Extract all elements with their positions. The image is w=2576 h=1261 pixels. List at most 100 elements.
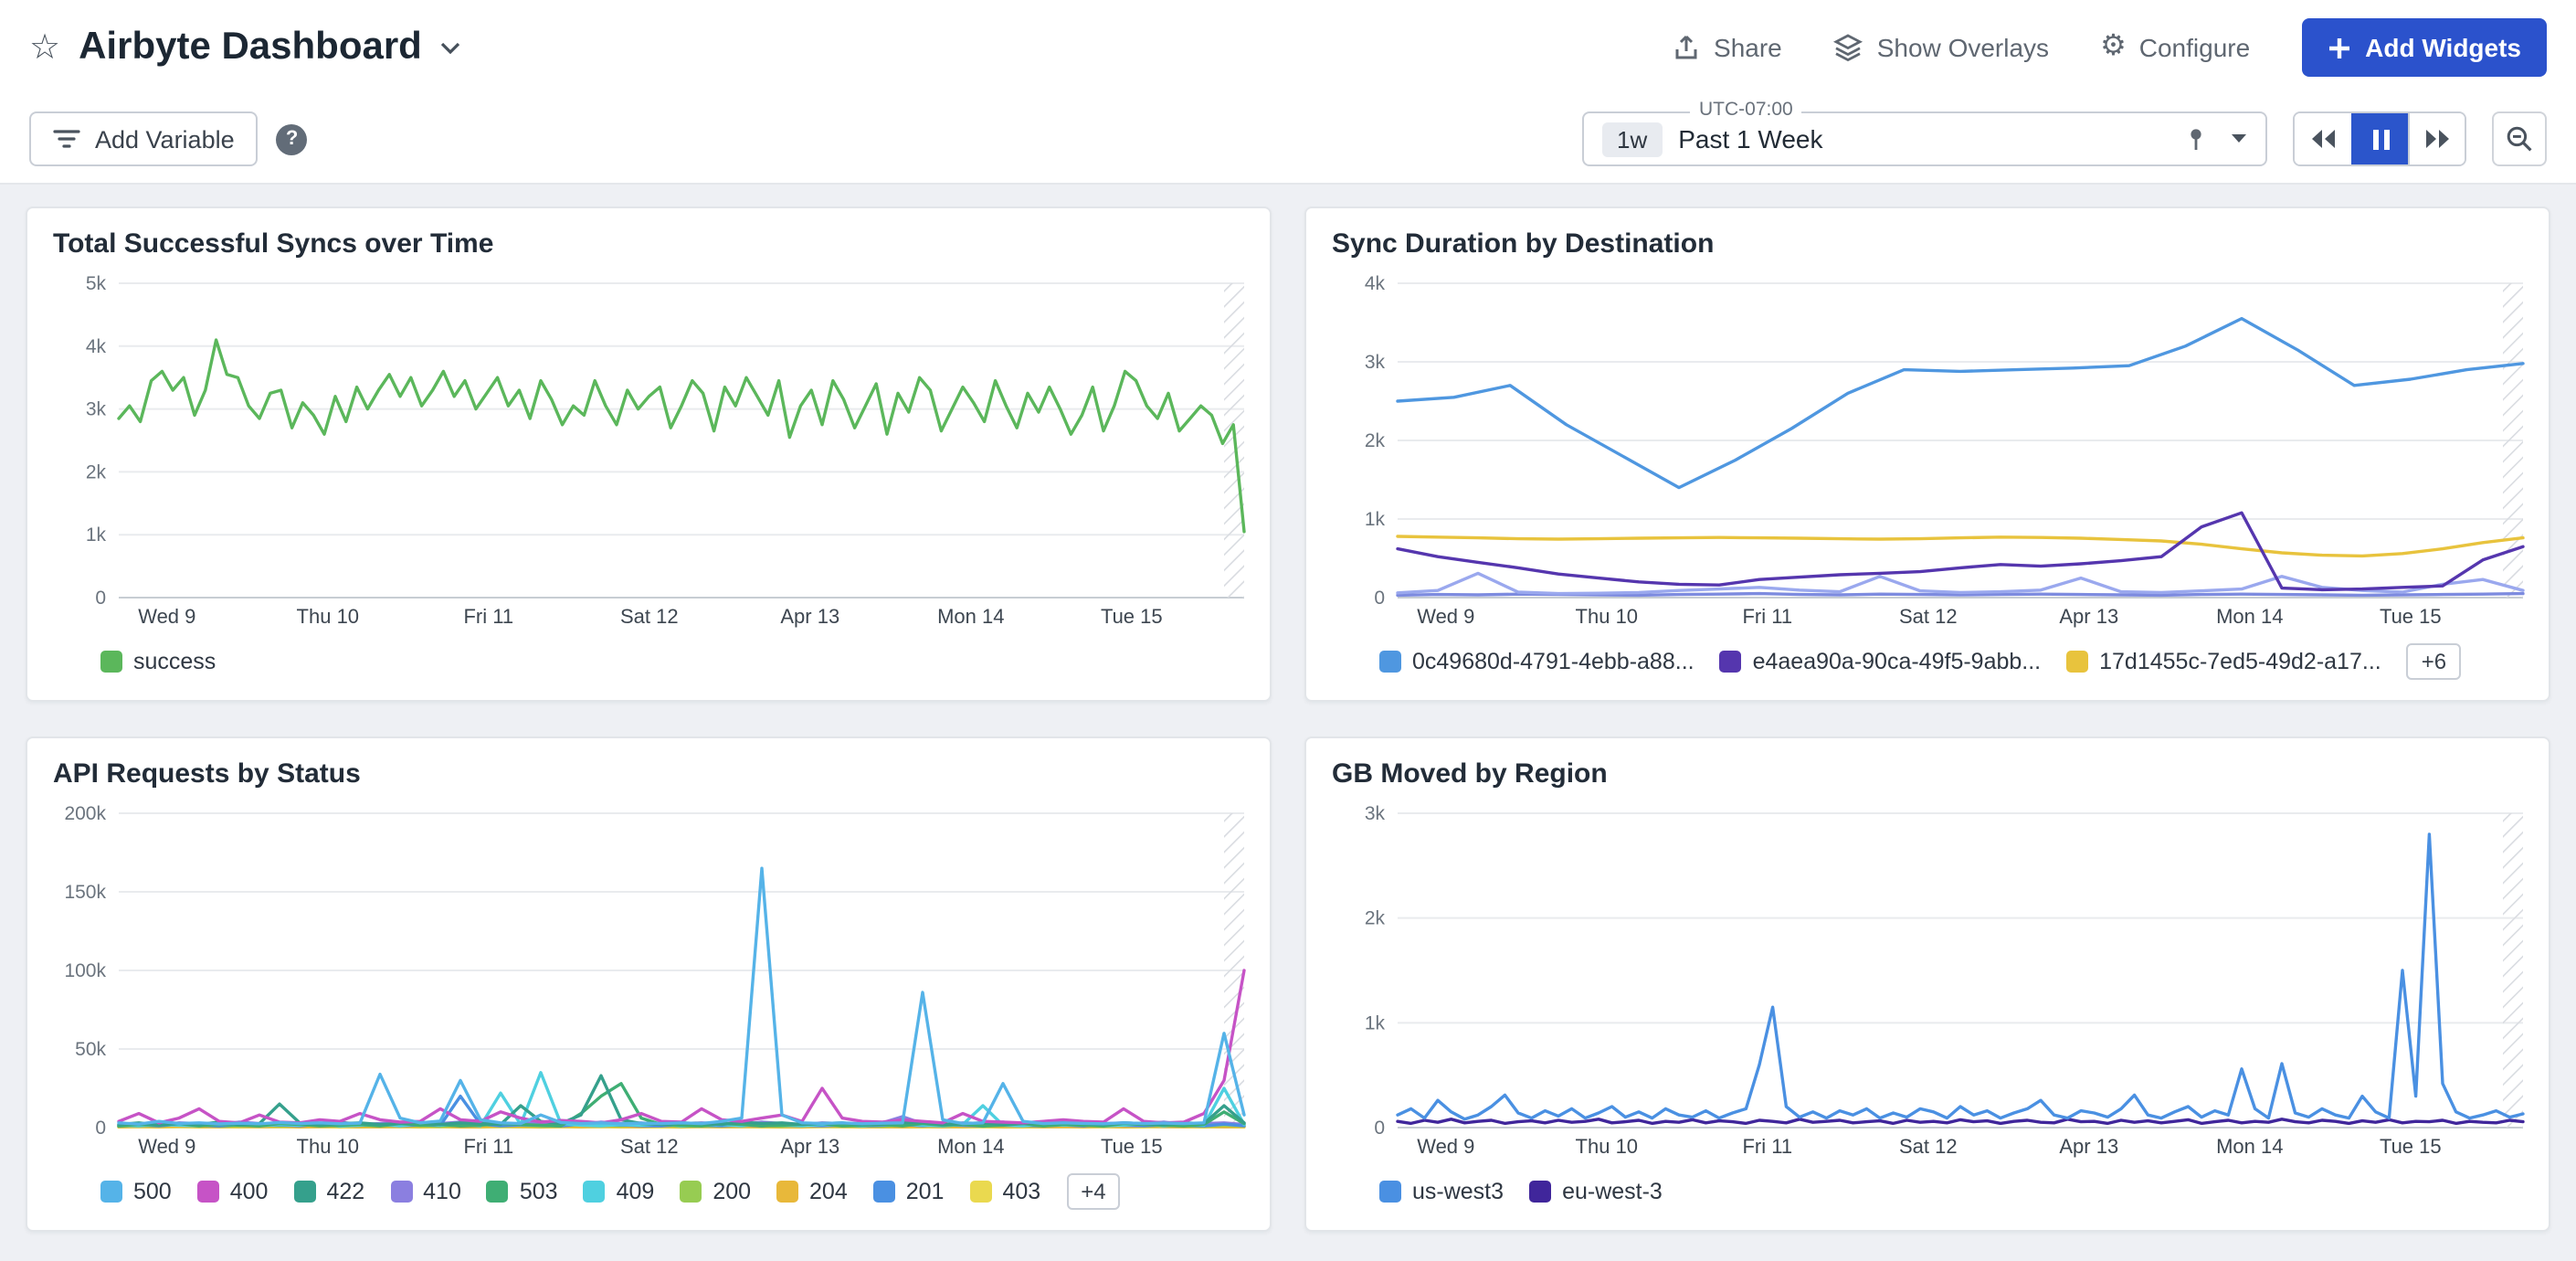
chevron-down-icon[interactable] — [2231, 133, 2247, 144]
svg-text:Apr 13: Apr 13 — [2059, 605, 2118, 628]
legend-item-eu-west-3[interactable]: eu-west-3 — [1529, 1178, 1663, 1203]
svg-text:Thu 10: Thu 10 — [1576, 605, 1639, 628]
svg-text:Wed 9: Wed 9 — [1417, 1135, 1474, 1158]
legend-label: 503 — [520, 1178, 558, 1203]
chart-canvas[interactable]: 01k2k3k4kWed 9Thu 10Fri 11Sat 12Apr 13Mo… — [1317, 267, 2534, 634]
legend-overflow-badge[interactable]: +4 — [1066, 1172, 1120, 1209]
chart-plot-gb-moved-by-region[interactable]: 01k2k3kWed 9Thu 10Fri 11Sat 12Apr 13Mon … — [1317, 797, 2534, 1164]
pause-button[interactable] — [2351, 113, 2408, 164]
range-picker-icons — [2183, 126, 2247, 152]
svg-text:Sat 12: Sat 12 — [620, 605, 679, 628]
favorite-star-icon[interactable]: ☆ — [29, 30, 60, 65]
legend-item-422[interactable]: 422 — [293, 1178, 364, 1203]
svg-text:Sat 12: Sat 12 — [620, 1135, 679, 1158]
svg-text:3k: 3k — [1365, 352, 1386, 373]
legend-item-success[interactable]: success — [100, 648, 216, 673]
dashboard-toolbar: Add Variable ? UTC-07:00 1w Past 1 Week — [0, 95, 2576, 183]
legend-swatch — [1720, 650, 1742, 672]
series-line-eu-west-3 — [1398, 1119, 2523, 1124]
range-preset-badge[interactable]: 1w — [1602, 122, 1662, 156]
svg-text:1k: 1k — [1365, 1012, 1386, 1033]
svg-text:3k: 3k — [1365, 803, 1386, 824]
widget-gb-moved-by-region: GB Moved by Region 01k2k3kWed 9Thu 10Fri… — [1304, 736, 2550, 1232]
legend-item-204[interactable]: 204 — [776, 1178, 848, 1203]
legend-item-410[interactable]: 410 — [390, 1178, 461, 1203]
legend-swatch — [390, 1180, 412, 1202]
share-label: Share — [1714, 33, 1782, 62]
title-chevron-down-icon[interactable] — [433, 34, 468, 61]
svg-text:Mon 14: Mon 14 — [2216, 605, 2283, 628]
svg-text:Wed 9: Wed 9 — [138, 1135, 195, 1158]
rewind-icon — [2309, 128, 2337, 150]
legend-item-17d1455c-7ed5-49d2-a17...[interactable]: 17d1455c-7ed5-49d2-a17... — [2066, 648, 2381, 673]
svg-text:Thu 10: Thu 10 — [297, 1135, 360, 1158]
add-variable-button[interactable]: Add Variable — [29, 111, 259, 166]
legend-swatch — [1379, 650, 1401, 672]
legend-item-500[interactable]: 500 — [100, 1178, 172, 1203]
legend-item-0c49680d-4791-4ebb-a88...[interactable]: 0c49680d-4791-4ebb-a88... — [1379, 648, 1694, 673]
chart-canvas[interactable]: 01k2k3k4k5kWed 9Thu 10Fri 11Sat 12Apr 13… — [38, 267, 1255, 634]
legend-item-e4aea90a-90ca-49f5-9abb...[interactable]: e4aea90a-90ca-49f5-9abb... — [1720, 648, 2042, 673]
zoom-out-button[interactable] — [2492, 111, 2547, 166]
time-shift-controls — [2293, 111, 2466, 166]
legend-item-201[interactable]: 201 — [873, 1178, 945, 1203]
widget-title: Total Successful Syncs over Time — [27, 208, 1270, 263]
legend-label: 200 — [713, 1178, 751, 1203]
svg-text:0: 0 — [1374, 1118, 1385, 1139]
svg-text:Fri 11: Fri 11 — [463, 605, 513, 628]
add-widgets-button[interactable]: Add Widgets — [2301, 18, 2547, 77]
widget-title: Sync Duration by Destination — [1306, 208, 2549, 263]
legend-item-403[interactable]: 403 — [969, 1178, 1040, 1203]
time-range-picker[interactable]: UTC-07:00 1w Past 1 Week — [1582, 111, 2267, 166]
share-button[interactable]: Share — [1672, 33, 1782, 62]
chart-canvas[interactable]: 01k2k3kWed 9Thu 10Fri 11Sat 12Apr 13Mon … — [1317, 797, 2534, 1164]
time-controls: UTC-07:00 1w Past 1 Week — [1582, 111, 2547, 166]
layers-icon — [1833, 33, 1864, 62]
series-line-17d1455c-7ed5-49d2-a17... — [1398, 536, 2523, 556]
series-line-422 — [119, 1076, 1244, 1125]
svg-text:150k: 150k — [64, 882, 106, 903]
svg-text:Apr 13: Apr 13 — [2059, 1135, 2118, 1158]
chart-legend: 0c49680d-4791-4ebb-a88... e4aea90a-90ca-4… — [1306, 634, 2549, 700]
legend-label: 400 — [230, 1178, 269, 1203]
show-overlays-button[interactable]: Show Overlays — [1833, 33, 2049, 62]
svg-text:Sat 12: Sat 12 — [1899, 605, 1958, 628]
series-line-500 — [119, 868, 1244, 1124]
legend-swatch — [873, 1180, 895, 1202]
time-forward-button[interactable] — [2408, 113, 2465, 164]
legend-item-503[interactable]: 503 — [487, 1178, 558, 1203]
help-icon[interactable]: ? — [277, 123, 308, 154]
svg-text:50k: 50k — [75, 1039, 106, 1060]
svg-text:Fri 11: Fri 11 — [463, 1135, 513, 1158]
fast-forward-icon — [2423, 128, 2451, 150]
legend-item-409[interactable]: 409 — [584, 1178, 655, 1203]
chart-canvas[interactable]: 050k100k150k200kWed 9Thu 10Fri 11Sat 12A… — [38, 797, 1255, 1164]
dashboard-app: ☆ Airbyte Dashboard Share Show Overlays … — [0, 0, 2576, 1261]
add-variable-label: Add Variable — [95, 125, 235, 153]
time-backward-button[interactable] — [2295, 113, 2351, 164]
series-line-e4aea90a-90ca-49f5-9abb... — [1398, 513, 2523, 589]
svg-text:Wed 9: Wed 9 — [1417, 605, 1474, 628]
legend-item-us-west3[interactable]: us-west3 — [1379, 1178, 1504, 1203]
legend-swatch — [293, 1180, 315, 1202]
svg-text:200k: 200k — [64, 803, 106, 824]
legend-swatch — [584, 1180, 606, 1202]
legend-swatch — [100, 1180, 122, 1202]
legend-item-400[interactable]: 400 — [197, 1178, 269, 1203]
svg-text:Thu 10: Thu 10 — [1576, 1135, 1639, 1158]
svg-text:0: 0 — [95, 1118, 106, 1139]
pin-icon[interactable] — [2183, 126, 2209, 152]
svg-text:0: 0 — [1374, 588, 1385, 609]
chart-plot-sync-duration-by-destination[interactable]: 01k2k3k4kWed 9Thu 10Fri 11Sat 12Apr 13Mo… — [1317, 267, 2534, 634]
legend-label: 201 — [906, 1178, 945, 1203]
chart-plot-api-requests-by-status[interactable]: 050k100k150k200kWed 9Thu 10Fri 11Sat 12A… — [38, 797, 1255, 1164]
gear-icon: ⚙ — [2100, 33, 2127, 62]
svg-text:Wed 9: Wed 9 — [138, 605, 195, 628]
legend-swatch — [100, 650, 122, 672]
legend-item-200[interactable]: 200 — [680, 1178, 751, 1203]
legend-overflow-badge[interactable]: +6 — [2407, 642, 2461, 679]
svg-text:3k: 3k — [86, 399, 107, 420]
chart-plot-total-successful-syncs[interactable]: 01k2k3k4k5kWed 9Thu 10Fri 11Sat 12Apr 13… — [38, 267, 1255, 634]
svg-text:2k: 2k — [1365, 908, 1386, 929]
configure-button[interactable]: ⚙ Configure — [2100, 33, 2250, 62]
